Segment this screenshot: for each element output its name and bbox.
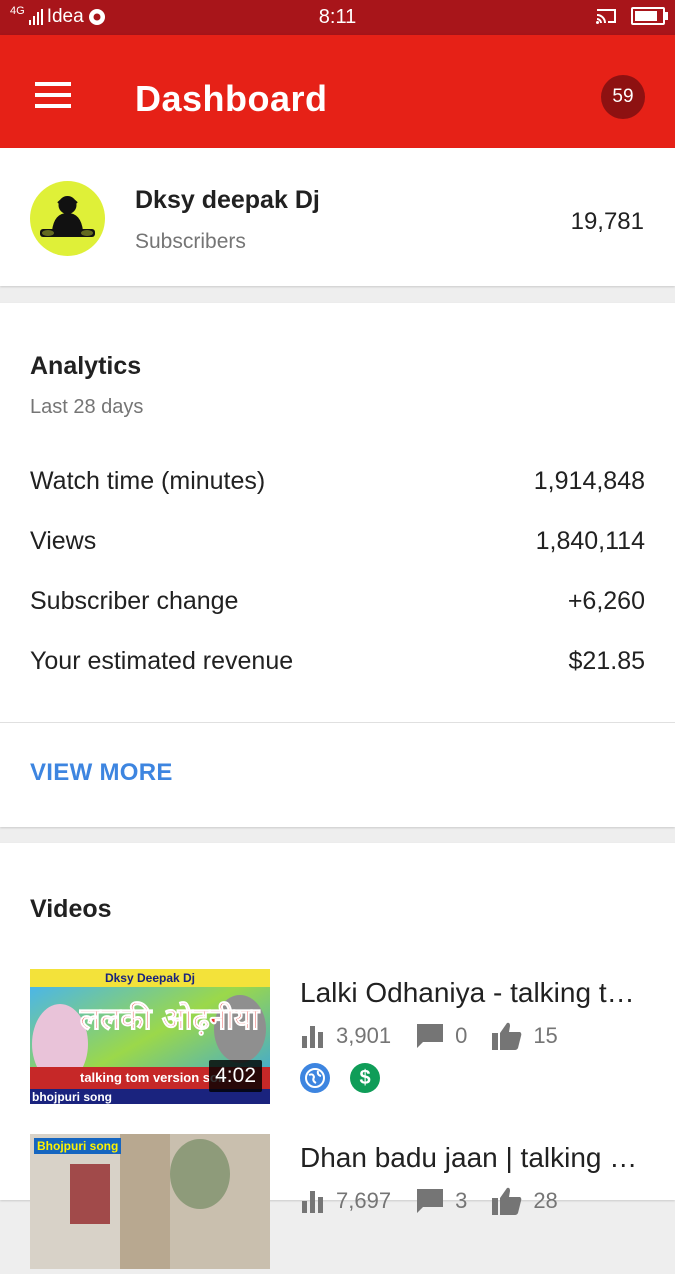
thumbs-up-icon xyxy=(492,1022,522,1050)
cast-icon xyxy=(596,9,616,24)
likes-count: 28 xyxy=(533,1188,558,1213)
metric-value: 1,914,848 xyxy=(533,467,645,495)
thumbnail-art xyxy=(30,1134,270,1269)
metric-views: Views 1,840,114 xyxy=(30,527,645,557)
subscribers-label: Subscribers xyxy=(135,230,246,253)
views-count: 3,901 xyxy=(336,1023,392,1048)
video-item[interactable]: Dksy Deepak Dj ललकी ओढ़नीया talking tom … xyxy=(0,969,675,1109)
video-stats: 3,901 0 15 xyxy=(300,1021,582,1051)
thumbnail-header: Bhojpuri song xyxy=(34,1138,122,1154)
bar-chart-icon xyxy=(302,1026,323,1048)
video-title: Dhan badu jaan | talking tom version xyxy=(300,1142,645,1173)
comments-count: 3 xyxy=(455,1188,468,1213)
video-badges: $ xyxy=(300,1063,380,1093)
analytics-card: Analytics Last 28 days Watch time (minut… xyxy=(0,303,675,827)
status-right xyxy=(595,7,668,25)
bar-chart-icon xyxy=(302,1191,323,1213)
comments-stat: 0 xyxy=(415,1022,467,1050)
views-stat: 3,901 xyxy=(300,1023,391,1049)
subscribers-count: 19,781 xyxy=(570,208,644,235)
likes-stat: 15 xyxy=(491,1021,558,1051)
status-bar: 4G Idea 8:11 xyxy=(0,0,675,35)
channel-card[interactable]: Dksy deepak Dj Subscribers 19,781 xyxy=(0,148,675,286)
thumbnail-footer: bhojpuri song xyxy=(32,1090,112,1104)
metric-label: Subscriber change xyxy=(30,587,239,615)
comment-icon xyxy=(417,1024,444,1048)
comment-icon xyxy=(417,1189,444,1213)
channel-avatar xyxy=(30,181,105,256)
analytics-title: Analytics xyxy=(30,352,142,380)
dj-logo-icon xyxy=(40,196,95,237)
metric-label: Watch time (minutes) xyxy=(30,467,266,495)
page-title: Dashboard xyxy=(135,78,328,119)
analytics-period: Last 28 days xyxy=(30,396,144,418)
status-time: 8:11 xyxy=(318,6,357,28)
hamburger-menu-icon[interactable] xyxy=(35,82,71,108)
views-count: 7,697 xyxy=(336,1188,392,1213)
video-thumbnail[interactable]: Bhojpuri song xyxy=(30,1134,270,1269)
channel-name: Dksy deepak Dj xyxy=(135,186,320,214)
comments-stat: 3 xyxy=(415,1187,467,1215)
thumbnail-header: Dksy Deepak Dj xyxy=(104,971,196,985)
battery-fill xyxy=(635,11,657,21)
metric-value: 1,840,114 xyxy=(535,527,645,555)
videos-title: Videos xyxy=(30,895,112,923)
monetization-icon: $ xyxy=(350,1063,380,1093)
views-stat: 7,697 xyxy=(300,1188,391,1214)
metric-value: $21.85 xyxy=(568,647,645,675)
battery-icon xyxy=(631,7,668,25)
video-stats: 7,697 3 28 xyxy=(300,1186,582,1216)
view-more-button[interactable]: VIEW MORE xyxy=(30,759,173,787)
divider xyxy=(0,722,675,723)
metric-watch-time: Watch time (minutes) 1,914,848 xyxy=(30,467,645,497)
notification-badge[interactable]: 59 xyxy=(601,75,645,119)
likes-count: 15 xyxy=(533,1023,558,1048)
video-title: Lalki Odhaniya - talking tom version son… xyxy=(300,977,645,1008)
comments-count: 0 xyxy=(455,1023,468,1048)
videos-card: Videos Dksy Deepak Dj ललकी ओढ़नीया talki… xyxy=(0,843,675,1269)
app-bar: Dashboard 59 xyxy=(0,35,675,148)
metric-estimated-revenue: Your estimated revenue $21.85 xyxy=(30,647,645,677)
thumbnail-caption: talking tom version son xyxy=(80,1070,226,1085)
video-item[interactable]: Bhojpuri song Dhan badu jaan | talking t… xyxy=(0,1134,675,1274)
thumbnail-title: ललकी ओढ़नीया xyxy=(79,1002,260,1038)
metric-subscriber-change: Subscriber change +6,260 xyxy=(30,587,645,617)
metric-label: Views xyxy=(30,527,97,555)
globe-icon xyxy=(300,1063,330,1093)
metric-value: +6,260 xyxy=(567,587,645,615)
video-thumbnail[interactable]: Dksy Deepak Dj ललकी ओढ़नीया talking tom … xyxy=(30,969,270,1104)
thumbs-up-icon xyxy=(492,1187,522,1215)
metric-label: Your estimated revenue xyxy=(30,647,294,675)
likes-stat: 28 xyxy=(491,1186,558,1216)
video-duration: 4:02 xyxy=(209,1060,262,1092)
